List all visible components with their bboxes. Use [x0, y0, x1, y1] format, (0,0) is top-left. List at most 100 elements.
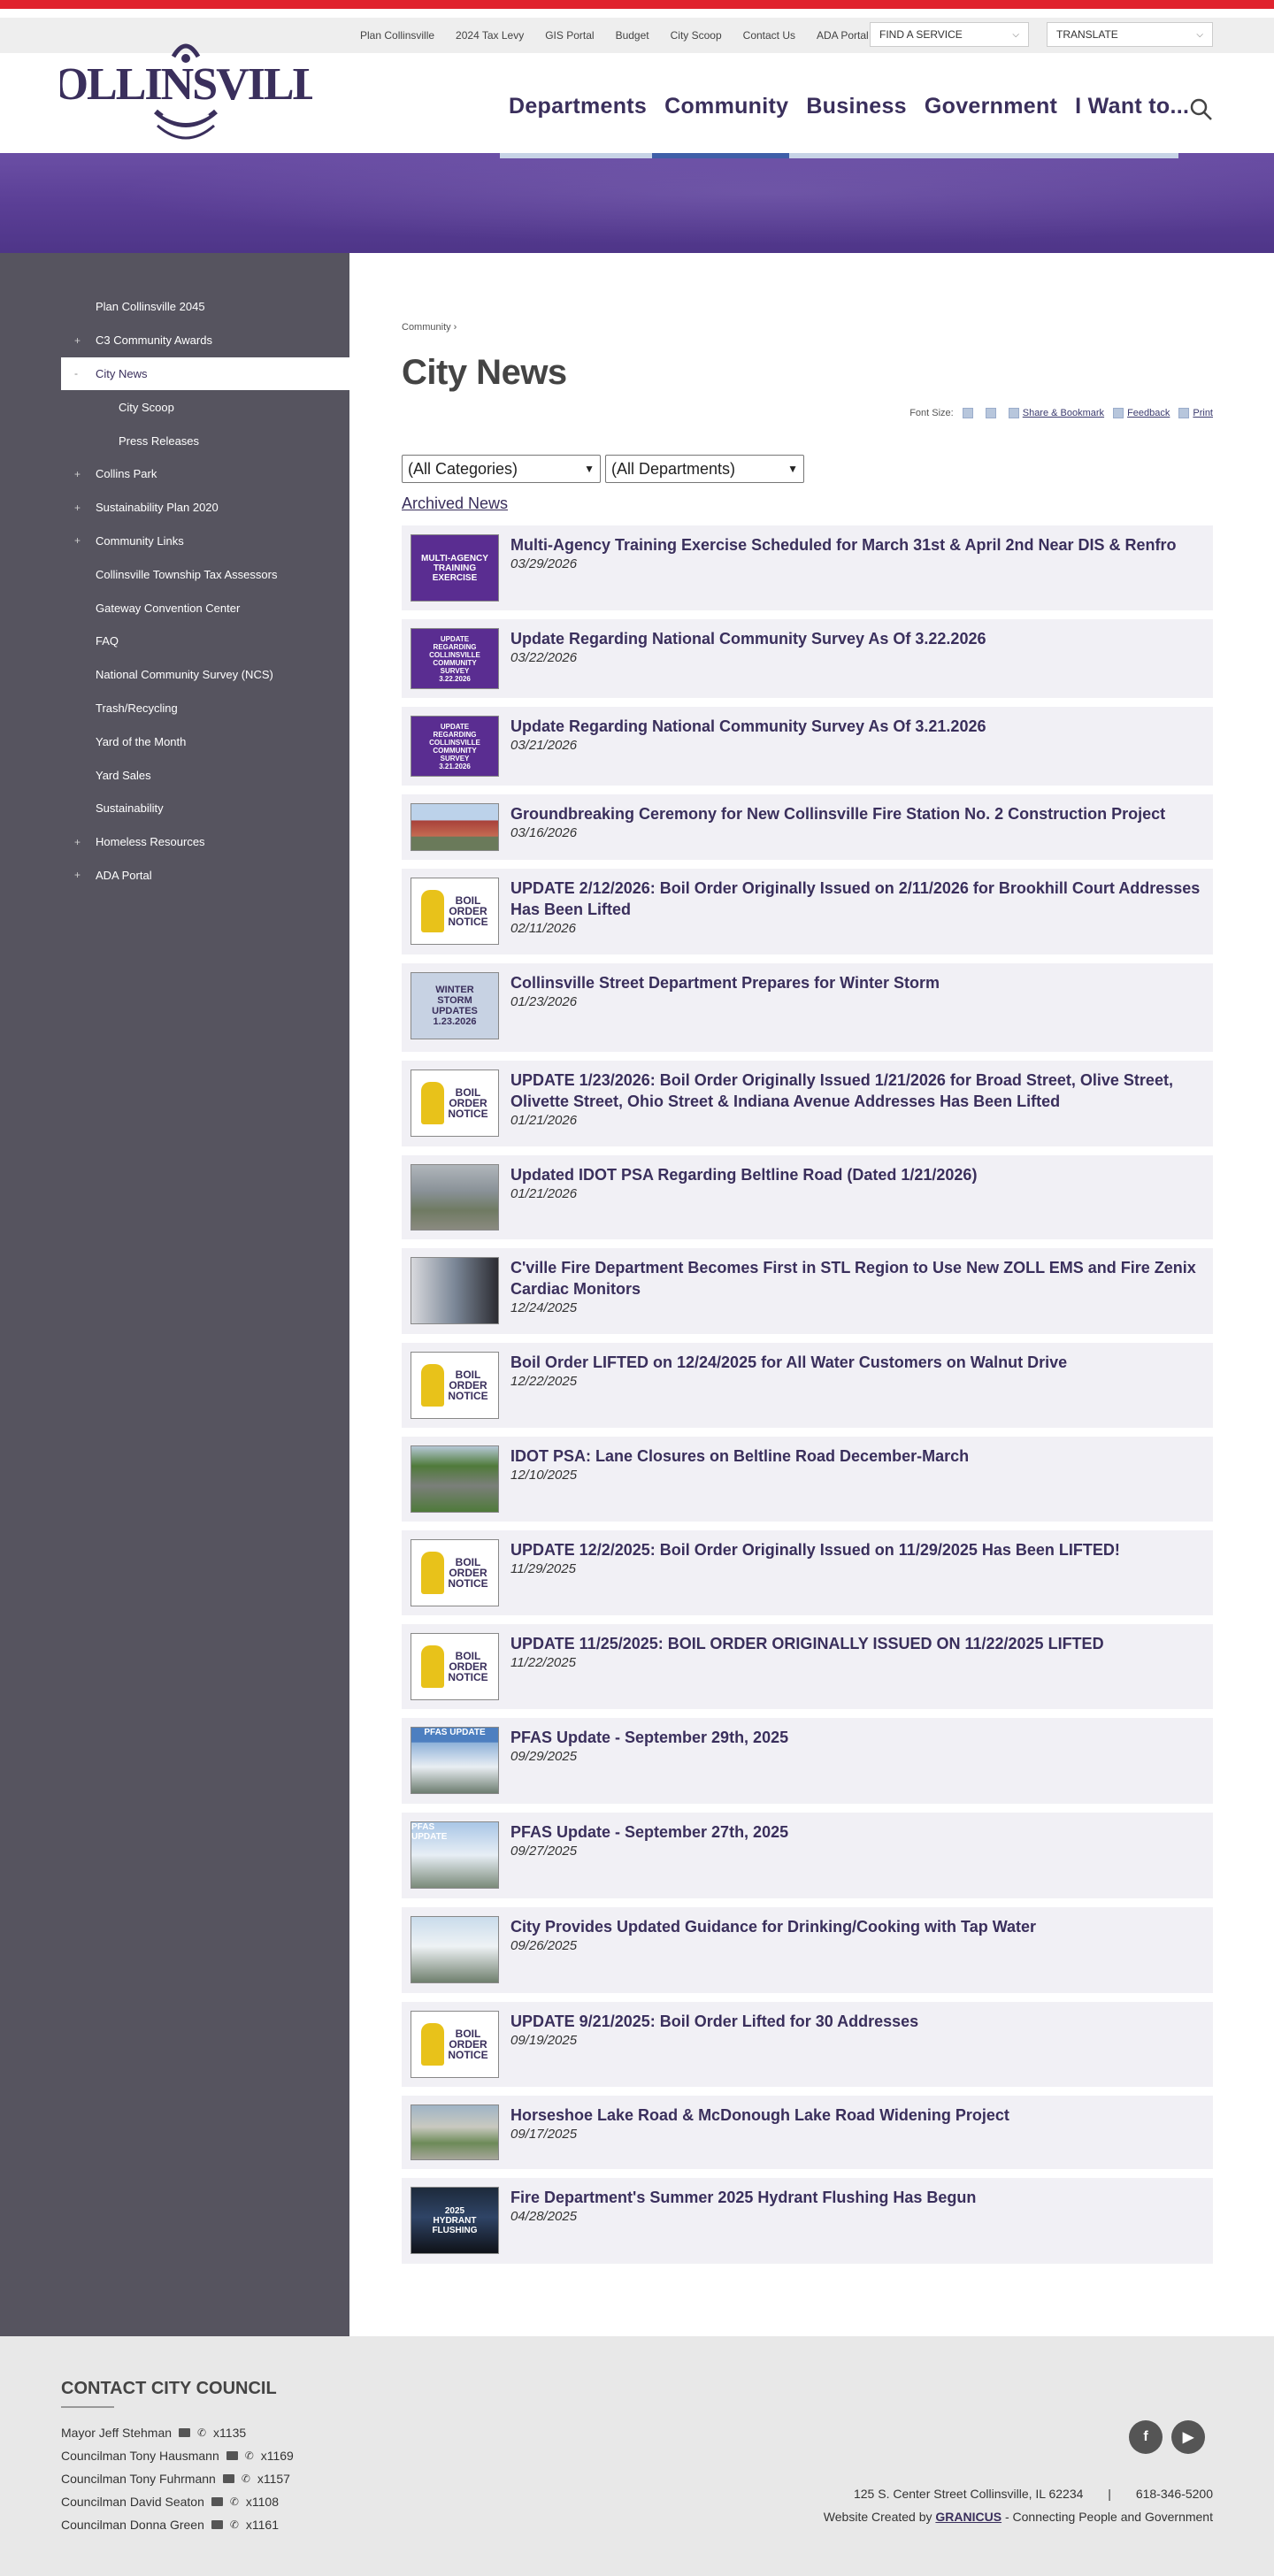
utility-link[interactable]: Budget — [605, 29, 660, 42]
sidebar-item[interactable]: Press Releases — [61, 424, 349, 457]
feedback-link[interactable]: Feedback — [1127, 408, 1170, 418]
news-thumbnail[interactable]: UPDATE REGARDING COLLINSVILLE COMMUNITY SURV… — [411, 716, 499, 777]
news-title-link[interactable]: UPDATE 11/25/2025: BOIL ORDER ORIGINALLY… — [510, 1633, 1202, 1654]
utility-link[interactable]: Contact Us — [733, 29, 806, 42]
news-thumbnail[interactable] — [411, 1916, 499, 1983]
phone-icon[interactable]: ✆ — [230, 2519, 239, 2530]
sidebar-item[interactable]: Trash/Recycling — [61, 692, 349, 725]
nav-item-i-want-to[interactable]: I Want to... — [1066, 94, 1198, 119]
sidebar-item[interactable]: + C3 Community Awards — [61, 324, 349, 357]
news-item[interactable]: Groundbreaking Ceremony for New Collinsv… — [402, 794, 1213, 860]
category-select[interactable]: (All Categories) ▼ — [402, 455, 601, 483]
news-item[interactable]: UPDATE REGARDING COLLINSVILLE COMMUNITY SURV… — [402, 707, 1213, 786]
nav-item-community[interactable]: Community — [656, 94, 797, 119]
news-item[interactable]: 2025 HYDRANT FLUSHING Fire Department's Sum… — [402, 2178, 1213, 2264]
sidebar-item[interactable]: + Community Links — [61, 525, 349, 558]
news-thumbnail[interactable]: BOIL ORDER NOTICE — [411, 2011, 499, 2078]
news-thumbnail[interactable]: WINTER STORM UPDATES 1.23.2026 — [411, 972, 499, 1039]
news-title-link[interactable]: Fire Department's Summer 2025 Hydrant Fl… — [510, 2187, 1202, 2208]
news-thumbnail[interactable]: UPDATE REGARDING COLLINSVILLE COMMUNITY SURV… — [411, 628, 499, 689]
news-item[interactable]: BOIL ORDER NOTICE UPDATE 2/12/2026: Boil Or… — [402, 869, 1213, 954]
news-title-link[interactable]: City Provides Updated Guidance for Drink… — [510, 1916, 1202, 1937]
news-item[interactable]: BOIL ORDER NOTICE UPDATE 9/21/2025: Boil Or… — [402, 2002, 1213, 2087]
expand-icon[interactable]: + — [74, 468, 81, 480]
news-item[interactable]: C'ville Fire Department Becomes First in… — [402, 1248, 1213, 1334]
utility-link[interactable]: 2024 Tax Levy — [445, 29, 534, 42]
news-title-link[interactable]: Boil Order LIFTED on 12/24/2025 for All … — [510, 1352, 1202, 1373]
news-title-link[interactable]: Updated IDOT PSA Regarding Beltline Road… — [510, 1164, 1202, 1185]
expand-icon[interactable]: + — [74, 502, 81, 514]
news-item[interactable]: BOIL ORDER NOTICE Boil Order LIFTED on 12/2… — [402, 1343, 1213, 1428]
sidebar-item[interactable]: Sustainability — [61, 792, 349, 825]
share-bookmark-link[interactable]: Share & Bookmark — [1023, 408, 1104, 418]
font-increase-icon[interactable] — [962, 408, 973, 419]
news-thumbnail[interactable]: BOIL ORDER NOTICE — [411, 1633, 499, 1700]
news-title-link[interactable]: Collinsville Street Department Prepares … — [510, 972, 1202, 993]
news-thumbnail[interactable]: BOIL ORDER NOTICE — [411, 1070, 499, 1137]
translate-dropdown[interactable]: TRANSLATE ⌵ — [1047, 22, 1213, 47]
news-thumbnail[interactable]: PFAS UPDATE — [411, 1727, 499, 1794]
utility-link[interactable]: GIS Portal — [534, 29, 604, 42]
news-title-link[interactable]: PFAS Update - September 29th, 2025 — [510, 1727, 1202, 1748]
sidebar-item[interactable]: Gateway Convention Center — [61, 591, 349, 625]
news-title-link[interactable]: Multi-Agency Training Exercise Scheduled… — [510, 534, 1202, 556]
mail-icon[interactable] — [222, 2474, 234, 2483]
news-title-link[interactable]: C'ville Fire Department Becomes First in… — [510, 1257, 1202, 1300]
news-item[interactable]: WINTER STORM UPDATES 1.23.2026 Collinsville … — [402, 963, 1213, 1052]
department-select[interactable]: (All Departments) ▼ — [605, 455, 804, 483]
sidebar-item[interactable]: Plan Collinsville 2045 — [61, 290, 349, 324]
collapse-icon[interactable]: - — [74, 367, 78, 380]
utility-link[interactable]: City Scoop — [660, 29, 733, 42]
news-item[interactable]: BOIL ORDER NOTICE UPDATE 11/25/2025: BOIL O… — [402, 1624, 1213, 1709]
sidebar-item[interactable]: + ADA Portal — [61, 859, 349, 893]
news-thumbnail[interactable]: 2025 HYDRANT FLUSHING — [411, 2187, 499, 2254]
sidebar-item[interactable]: + Collins Park — [61, 457, 349, 491]
sidebar-item[interactable]: - City News — [61, 356, 349, 391]
news-thumbnail[interactable]: MULTI-AGENCY TRAINING EXERCISE — [411, 534, 499, 602]
expand-icon[interactable]: + — [74, 836, 81, 848]
sidebar-item[interactable]: City Scoop — [61, 390, 349, 424]
phone-icon[interactable]: ✆ — [242, 2473, 250, 2484]
expand-icon[interactable]: + — [74, 334, 81, 347]
utility-link[interactable]: Plan Collinsville — [349, 29, 445, 42]
youtube-icon[interactable]: ▶ — [1171, 2420, 1205, 2454]
news-thumbnail[interactable]: BOIL ORDER NOTICE — [411, 1539, 499, 1606]
sidebar-item[interactable]: Collinsville Township Tax Assessors — [61, 557, 349, 591]
news-title-link[interactable]: UPDATE 1/23/2026: Boil Order Originally … — [510, 1070, 1202, 1112]
news-title-link[interactable]: Update Regarding National Community Surv… — [510, 628, 1202, 649]
expand-icon[interactable]: + — [74, 869, 81, 881]
granicus-link[interactable]: GRANICUS — [935, 2510, 1002, 2524]
news-title-link[interactable]: IDOT PSA: Lane Closures on Beltline Road… — [510, 1445, 1202, 1467]
news-item[interactable]: Updated IDOT PSA Regarding Beltline Road… — [402, 1155, 1213, 1239]
nav-item-government[interactable]: Government — [916, 94, 1066, 119]
news-item[interactable]: BOIL ORDER NOTICE UPDATE 12/2/2025: Boil Or… — [402, 1530, 1213, 1615]
nav-item-departments[interactable]: Departments — [500, 94, 656, 119]
sidebar-item[interactable]: Yard Sales — [61, 758, 349, 792]
news-item[interactable]: PFAS UPDATE PFAS Update - September 29th,… — [402, 1718, 1213, 1804]
news-item[interactable]: Horseshoe Lake Road & McDonough Lake Roa… — [402, 2096, 1213, 2169]
find-service-dropdown[interactable]: FIND A SERVICE ⌵ — [870, 22, 1029, 47]
news-item[interactable]: IDOT PSA: Lane Closures on Beltline Road… — [402, 1437, 1213, 1522]
news-thumbnail[interactable] — [411, 803, 499, 851]
nav-item-business[interactable]: Business — [797, 94, 916, 119]
mail-icon[interactable] — [179, 2428, 191, 2437]
sidebar-item[interactable]: FAQ — [61, 625, 349, 658]
news-thumbnail[interactable]: BOIL ORDER NOTICE — [411, 878, 499, 945]
news-thumbnail[interactable]: PFAS UPDATE — [411, 1821, 499, 1889]
collinsville-logo[interactable]: COLLINSVILLE — [21, 34, 352, 154]
news-thumbnail[interactable]: BOIL ORDER NOTICE — [411, 1352, 499, 1419]
sidebar-item[interactable]: Yard of the Month — [61, 724, 349, 758]
news-thumbnail[interactable] — [411, 1445, 499, 1513]
mail-icon[interactable] — [211, 2520, 223, 2529]
archived-news-link[interactable]: Archived News — [402, 494, 508, 513]
phone-icon[interactable]: ✆ — [230, 2496, 239, 2507]
phone-number[interactable]: 618-346-5200 — [1136, 2487, 1213, 2501]
search-icon[interactable] — [1189, 97, 1214, 122]
expand-icon[interactable]: + — [74, 534, 81, 547]
news-title-link[interactable]: PFAS Update - September 27th, 2025 — [510, 1821, 1202, 1843]
sidebar-item[interactable]: + Sustainability Plan 2020 — [61, 491, 349, 525]
news-item[interactable]: MULTI-AGENCY TRAINING EXERCISE Multi-Agency… — [402, 525, 1213, 610]
font-decrease-icon[interactable] — [985, 408, 996, 419]
news-title-link[interactable]: Horseshoe Lake Road & McDonough Lake Roa… — [510, 2104, 1202, 2126]
mail-icon[interactable] — [211, 2497, 223, 2506]
